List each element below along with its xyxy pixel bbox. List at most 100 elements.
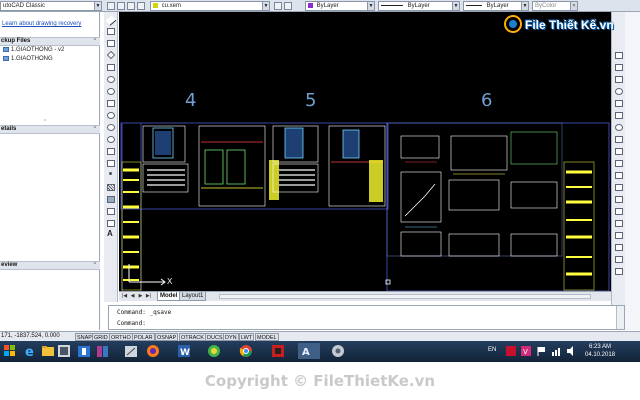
ducs-toggle[interactable]: DUCS (205, 333, 225, 341)
sketch-app-icon[interactable] (123, 343, 139, 359)
multiline-text-icon[interactable]: A (107, 229, 113, 238)
workspace-dropdown[interactable]: utoCAD Classic ▼ (0, 1, 102, 11)
autocad-taskbar-icon[interactable]: A (298, 343, 320, 359)
make-current-icon[interactable] (274, 2, 282, 10)
red-app-icon[interactable] (270, 343, 286, 359)
last-tab-icon[interactable]: ▶| (145, 293, 152, 300)
erase-icon[interactable] (615, 52, 623, 59)
details-header[interactable]: etails ⌃ (0, 125, 100, 134)
construction-line-icon[interactable] (107, 28, 115, 35)
backup-files-header[interactable]: ckup Files ⌃ (0, 37, 100, 46)
extend-icon[interactable] (615, 172, 623, 179)
internet-explorer-icon[interactable]: e (22, 343, 38, 359)
svg-text:e: e (25, 345, 34, 359)
model-space-canvas[interactable]: 4 5 6 X (119, 12, 611, 291)
break-icon[interactable] (615, 184, 623, 191)
word-icon[interactable]: W (176, 343, 192, 359)
ellipse-arc-icon[interactable] (107, 136, 115, 143)
right-toolbar-strip (625, 12, 640, 330)
match-properties-icon[interactable] (615, 256, 623, 263)
backup-file-item[interactable]: 1.GIAOTHONG - v2 (3, 47, 64, 53)
arc-icon[interactable] (107, 76, 115, 83)
revision-cloud-icon[interactable] (107, 100, 115, 107)
polygon-icon[interactable] (106, 50, 116, 60)
volume-icon[interactable] (565, 345, 577, 357)
tray-v-icon[interactable]: V (520, 345, 532, 357)
winrar-icon[interactable] (95, 343, 111, 359)
line-tool-icon[interactable] (105, 15, 117, 26)
clock-time[interactable]: 6:23 AM (589, 344, 611, 350)
chamfer-icon[interactable] (615, 208, 623, 215)
stretch-icon[interactable] (615, 148, 623, 155)
command-window[interactable]: Command: _qsave Command: (108, 305, 625, 330)
spline-icon[interactable] (107, 112, 115, 119)
windows-start-icon[interactable] (2, 343, 18, 359)
move-icon[interactable] (615, 112, 623, 119)
circle-icon[interactable] (107, 88, 115, 95)
make-block-icon[interactable] (107, 160, 115, 167)
rectangle-icon[interactable] (107, 64, 115, 71)
insert-block-icon[interactable] (107, 148, 115, 155)
lwt-toggle[interactable]: LWT (239, 333, 255, 341)
layer-icon[interactable] (615, 268, 623, 275)
app-blue-icon[interactable] (76, 343, 92, 359)
otrack-toggle[interactable]: OTRACK (179, 333, 206, 341)
copy-icon[interactable] (615, 64, 623, 71)
rotate-icon[interactable] (615, 124, 623, 131)
tab-model[interactable]: Model (157, 292, 181, 301)
region-icon[interactable] (107, 208, 115, 215)
color-dropdown[interactable]: ByLayer ▼ (305, 1, 375, 11)
table-icon[interactable] (107, 220, 115, 227)
grid-toggle[interactable]: GRID (92, 333, 110, 341)
utility-app-icon[interactable] (206, 343, 222, 359)
ortho-toggle[interactable]: ORTHO (109, 333, 133, 341)
polyline-icon[interactable] (107, 40, 115, 47)
language-indicator[interactable]: EN (488, 347, 496, 353)
chrome-icon[interactable] (238, 343, 254, 359)
linetype-dropdown[interactable]: ByLayer ▼ (378, 1, 460, 11)
dyn-toggle[interactable]: DYN (223, 333, 239, 341)
hatch-icon[interactable] (107, 184, 115, 191)
array-icon[interactable] (615, 100, 623, 107)
flag-icon[interactable] (535, 345, 547, 357)
fillet-icon[interactable] (615, 220, 623, 227)
properties-icon[interactable] (615, 244, 623, 251)
tab-layout1[interactable]: Layout1 (179, 292, 207, 301)
network-icon[interactable] (550, 345, 562, 357)
preview-header[interactable]: eview ⌃ (0, 261, 100, 270)
next-tab-icon[interactable]: ▶ (137, 293, 144, 300)
join-icon[interactable] (615, 196, 623, 203)
offset-icon[interactable] (615, 88, 623, 95)
light-bulb-icon[interactable] (117, 2, 125, 10)
lock-icon[interactable] (137, 2, 145, 10)
explode-icon[interactable] (615, 232, 623, 239)
command-scrollbar[interactable] (616, 306, 624, 329)
backup-file-item[interactable]: 1.GIAOTHONG (3, 56, 53, 62)
layer-properties-icon[interactable] (107, 2, 115, 10)
command-prompt[interactable]: Command: (117, 320, 146, 327)
osnap-toggle[interactable]: OSNAP (155, 333, 179, 341)
horizontal-scrollbar[interactable] (219, 294, 591, 299)
ellipse-icon[interactable] (107, 124, 115, 131)
plotstyle-dropdown[interactable]: ByColor ▼ (532, 1, 578, 11)
firefox-icon[interactable] (145, 343, 161, 359)
clock-date[interactable]: 04.10.2018 (585, 352, 615, 358)
first-tab-icon[interactable]: |◀ (121, 293, 128, 300)
gradient-icon[interactable] (107, 196, 115, 203)
polar-toggle[interactable]: POLAR (132, 333, 155, 341)
tray-app-icon[interactable] (505, 345, 517, 357)
settings-app-icon[interactable] (330, 343, 346, 359)
sun-icon[interactable] (127, 2, 135, 10)
recover-link[interactable]: Learn about drawing recovery (2, 21, 81, 27)
prev-tab-icon[interactable]: ◀ (129, 293, 136, 300)
trim-icon[interactable] (615, 160, 623, 167)
mirror-icon[interactable] (615, 76, 623, 83)
model-toggle[interactable]: MODEL (255, 333, 279, 341)
point-icon[interactable] (109, 172, 112, 175)
media-app-icon[interactable] (56, 343, 72, 359)
layer-previous-icon[interactable] (284, 2, 292, 10)
layer-dropdown[interactable]: cu.xem ▼ (150, 1, 270, 11)
lineweight-dropdown[interactable]: ByLayer ▼ (463, 1, 529, 11)
file-explorer-icon[interactable] (40, 343, 56, 359)
scale-icon[interactable] (615, 136, 623, 143)
